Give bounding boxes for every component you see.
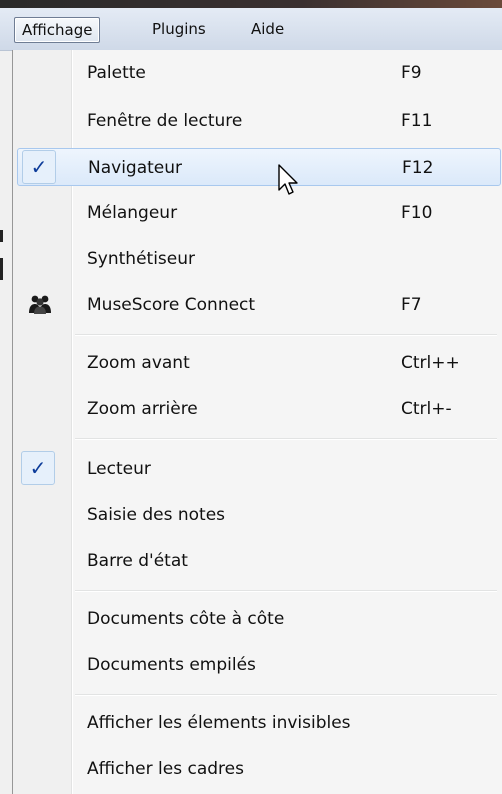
background-edge-mark [0, 230, 3, 242]
menu-item-synthetiseur[interactable]: Synthétiseur [17, 240, 501, 278]
menu-item-fenetre-de-lecture[interactable]: Fenêtre de lecture F11 [17, 102, 501, 140]
mouse-pointer-icon [278, 164, 298, 195]
checkmark-icon: ✓ [21, 451, 55, 485]
menu-item-shortcut: F7 [401, 295, 422, 315]
affichage-dropdown-menu: Palette F9 Fenêtre de lecture F11 ✓ Navi… [12, 50, 502, 794]
menu-item-zoom-avant[interactable]: Zoom avant Ctrl++ [17, 344, 501, 382]
menu-item-label: Fenêtre de lecture [87, 111, 243, 131]
menu-item-label: Barre d'état [87, 551, 188, 571]
menu-separator [75, 334, 497, 336]
menu-item-label: Lecteur [87, 459, 151, 479]
menu-item-shortcut: F10 [401, 203, 433, 223]
menu-separator [75, 590, 497, 592]
menu-item-label: Documents côte à côte [87, 609, 285, 629]
menu-item-label: Saisie des notes [87, 505, 226, 525]
menu-item-label: Navigateur [88, 158, 183, 178]
menu-item-label: Synthétiseur [87, 249, 195, 269]
menu-item-shortcut: Ctrl++ [401, 353, 460, 373]
menu-separator [75, 438, 497, 440]
menu-aide[interactable]: Aide [244, 17, 291, 41]
menu-item-label: Palette [87, 63, 146, 83]
menu-item-saisie-des-notes[interactable]: Saisie des notes [17, 496, 501, 534]
menu-item-afficher-elements-invisibles[interactable]: Afficher les élements invisibles [17, 704, 501, 742]
menu-item-documents-empiles[interactable]: Documents empilés [17, 646, 501, 684]
menu-item-navigateur[interactable]: ✓ Navigateur F12 [17, 148, 501, 186]
menu-item-shortcut: F11 [401, 111, 433, 131]
menu-item-musescore-connect[interactable]: MuseScore Connect F7 [17, 286, 501, 324]
menu-separator [75, 694, 497, 696]
menu-item-shortcut: F12 [402, 158, 434, 178]
menu-plugins[interactable]: Plugins [145, 17, 213, 41]
background-edge-mark [0, 258, 3, 280]
menu-item-label: Zoom avant [87, 353, 190, 373]
menu-affichage[interactable]: Affichage [14, 17, 101, 43]
menu-item-shortcut: F9 [401, 63, 422, 83]
menu-item-shortcut: Ctrl+- [401, 399, 452, 419]
people-icon [29, 295, 51, 314]
menu-item-melangeur[interactable]: Mélangeur F10 [17, 194, 501, 232]
menu-item-barre-d-etat[interactable]: Barre d'état [17, 542, 501, 580]
menu-item-label: Zoom arrière [87, 399, 198, 419]
menu-item-label: Afficher les élements invisibles [87, 713, 351, 733]
menu-item-afficher-les-cadres[interactable]: Afficher les cadres [17, 750, 501, 788]
menu-bar: Affichage Plugins Aide [0, 8, 502, 51]
menu-item-zoom-arriere[interactable]: Zoom arrière Ctrl+- [17, 390, 501, 428]
checkmark-icon: ✓ [22, 150, 56, 184]
menu-item-documents-cote-a-cote[interactable]: Documents côte à côte [17, 600, 501, 638]
menu-item-lecteur[interactable]: ✓ Lecteur [17, 450, 501, 488]
menu-item-label: Documents empilés [87, 655, 256, 675]
window-top-strip [0, 0, 502, 8]
menu-item-palette[interactable]: Palette F9 [17, 54, 501, 92]
menu-item-label: Mélangeur [87, 203, 178, 223]
menu-item-label: Afficher les cadres [87, 759, 244, 779]
menu-item-label: MuseScore Connect [87, 295, 256, 315]
